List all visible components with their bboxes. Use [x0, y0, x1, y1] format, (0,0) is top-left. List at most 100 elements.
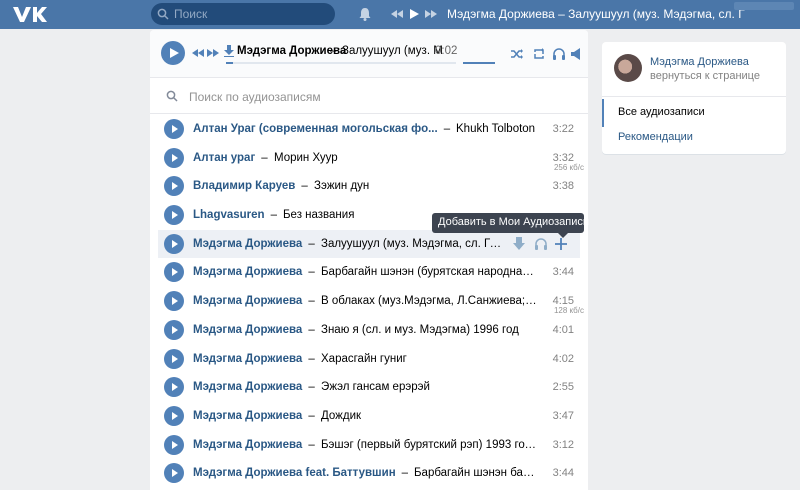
track-artist[interactable]: Мэдэгма Доржиева –: [193, 381, 315, 393]
track-artist[interactable]: Мэдэгма Доржиева –: [193, 353, 315, 365]
track-play-button[interactable]: [164, 176, 184, 197]
track-artist[interactable]: Мэдэгма Доржиева –: [193, 238, 315, 250]
top-previous-track-icon[interactable]: [391, 8, 403, 20]
track-separator: –: [308, 438, 315, 451]
track-artist[interactable]: Мэдэгма Доржиева feat. Баттувшин –: [193, 467, 408, 479]
track-row[interactable]: Мэдэгма Доржиева – Барбагайн шэнэн (бурятс…: [150, 258, 588, 287]
track-play-button[interactable]: [164, 233, 184, 254]
track-artist-name[interactable]: Алтан Ураг (современная могольская фо...: [193, 123, 438, 135]
track-duration: 3:12: [552, 438, 574, 451]
track-play-button[interactable]: [164, 291, 184, 312]
track-artist-name[interactable]: Мэдэгма Доржиева: [193, 410, 302, 422]
track-play-button[interactable]: [164, 205, 184, 226]
audio-panel: Мэдэгма Доржиева – Залуушуул (муз. М 0:0…: [150, 30, 588, 490]
player-time: 0:02: [435, 45, 458, 57]
track-artist-name[interactable]: Мэдэгма Доржиева: [193, 381, 302, 393]
audio-search-input[interactable]: Поиск по аудиозаписям: [150, 78, 588, 114]
nav-all-audio-label: Все аудиозаписи: [618, 106, 705, 118]
track-artist[interactable]: Владимир Каруев –: [193, 180, 308, 192]
track-title: Khukh Tolboton: [456, 123, 536, 135]
top-user-menu[interactable]: [734, 2, 794, 10]
top-pause-icon[interactable]: [408, 8, 420, 20]
search-icon: [166, 90, 178, 102]
headphones-icon[interactable]: [552, 47, 566, 61]
broadcast-icon[interactable]: [570, 47, 584, 61]
player-play-button[interactable]: [161, 41, 185, 65]
track-duration: 2:55: [552, 381, 574, 394]
track-artist-name[interactable]: Владимир Каруев: [193, 180, 295, 192]
track-artist[interactable]: Алтан ураг –: [193, 152, 268, 164]
track-artist-name[interactable]: Мэдэгма Доржиева feat. Баттувшин: [193, 467, 396, 479]
back-to-page-link[interactable]: вернуться к странице: [650, 70, 760, 82]
player-download-icon[interactable]: [224, 45, 234, 57]
track-row[interactable]: Алтан ураг – Морин Хуур 3:32 256 кб/с: [150, 144, 588, 173]
track-title: Барбагайн шэнэн (бурятская народная песн…: [321, 266, 538, 279]
track-separator: –: [308, 352, 315, 365]
divider: [602, 96, 786, 97]
player-volume-bar[interactable]: [463, 62, 495, 64]
track-row[interactable]: Мэдэгма Доржиева – Знаю я (сл. и муз. Мэдэ…: [150, 316, 588, 345]
track-play-button[interactable]: [164, 147, 184, 168]
track-row[interactable]: Владимир Каруев – Зэжин дун 3:38: [150, 172, 588, 201]
top-now-playing-text[interactable]: Мэдэгма Доржиева – Залуушуул (муз. Мэдэг…: [447, 7, 745, 21]
track-play-button[interactable]: [164, 377, 184, 398]
track-list: Алтан Ураг (современная могольская фо...…: [150, 115, 588, 488]
track-artist[interactable]: Мэдэгма Доржиева –: [193, 266, 315, 278]
shuffle-icon[interactable]: [510, 47, 524, 61]
add-icon[interactable]: [554, 237, 568, 251]
track-duration: 3:44: [552, 266, 574, 279]
nav-recommendations[interactable]: Рекомендации: [602, 127, 786, 153]
top-next-track-icon[interactable]: [425, 8, 437, 20]
profile-name[interactable]: Мэдэгма Доржиева: [650, 56, 749, 68]
track-row[interactable]: Мэдэгма Доржиева – Харасгайн гуниг 4:02: [150, 345, 588, 374]
track-artist-name[interactable]: Мэдэгма Доржиева: [193, 238, 302, 250]
track-row[interactable]: Мэдэгма Доржиева – В облаках (муз.Мэдэгма,…: [150, 287, 588, 316]
track-artist-name[interactable]: Мэдэгма Доржиева: [193, 353, 302, 365]
track-row[interactable]: Мэдэгма Доржиева feat. Баттувшин – Барбага…: [150, 459, 588, 488]
track-play-button[interactable]: [164, 119, 184, 139]
track-duration: 3:47: [552, 409, 574, 422]
track-artist-name[interactable]: Мэдэгма Доржиева: [193, 266, 302, 278]
track-artist[interactable]: Мэдэгма Доржиева –: [193, 295, 315, 307]
track-row[interactable]: Мэдэгма Доржиева – Эжэл гансам ерэрэй 2:55: [150, 373, 588, 402]
track-play-button[interactable]: [164, 463, 184, 484]
audio-search-placeholder: Поиск по аудиозаписям: [189, 90, 321, 104]
track-artist-name[interactable]: Алтан ураг: [193, 152, 255, 164]
track-play-button[interactable]: [164, 405, 184, 426]
track-row[interactable]: Мэдэгма Доржиева – Залуушуул (муз. Мэдэгма…: [158, 229, 580, 259]
track-artist[interactable]: Мэдэгма Доржиева –: [193, 410, 315, 422]
track-artist[interactable]: Lhagvasuren –: [193, 209, 277, 221]
player-previous-icon[interactable]: [192, 48, 204, 58]
track-row[interactable]: Мэдэгма Доржиева – Дождик 3:47: [150, 402, 588, 431]
track-artist-name[interactable]: Мэдэгма Доржиева: [193, 324, 302, 336]
track-separator: –: [308, 381, 315, 394]
notifications-bell-icon[interactable]: [357, 6, 373, 22]
player-next-icon[interactable]: [207, 48, 219, 58]
download-icon[interactable]: [512, 236, 526, 251]
track-artist[interactable]: Мэдэгма Доржиева –: [193, 324, 315, 336]
audio-player: Мэдэгма Доржиева – Залуушуул (муз. М 0:0…: [150, 30, 588, 78]
headphones-icon[interactable]: [534, 237, 548, 251]
track-artist-name[interactable]: Lhagvasuren: [193, 209, 265, 221]
track-title: Барбагайн шэнэн байхадам (со...: [414, 467, 538, 480]
avatar[interactable]: [614, 54, 642, 82]
track-artist-name[interactable]: Мэдэгма Доржиева: [193, 295, 302, 307]
track-title: Харасгайн гуниг: [321, 352, 407, 365]
track-row[interactable]: Мэдэгма Доржиева – Бэшэг (первый бурятский…: [150, 431, 588, 460]
track-play-button[interactable]: [164, 348, 184, 369]
track-artist[interactable]: Алтан Ураг (современная могольская фо...…: [193, 123, 450, 135]
track-separator: –: [261, 151, 268, 164]
nav-all-audio[interactable]: Все аудиозаписи: [602, 99, 786, 127]
track-separator: –: [301, 180, 308, 193]
track-play-button[interactable]: [164, 434, 184, 455]
player-progress-bar[interactable]: [226, 62, 456, 64]
repeat-icon[interactable]: [532, 47, 546, 61]
track-play-button[interactable]: [164, 262, 184, 283]
track-title: Знаю я (сл. и муз. Мэдэгма) 1996 год: [321, 323, 519, 336]
vk-logo-icon[interactable]: [11, 4, 47, 24]
track-play-button[interactable]: [164, 319, 184, 340]
track-row[interactable]: Алтан Ураг (современная могольская фо...…: [150, 115, 588, 144]
track-artist[interactable]: Мэдэгма Доржиева –: [193, 439, 315, 451]
track-artist-name[interactable]: Мэдэгма Доржиева: [193, 439, 302, 451]
global-search-input[interactable]: Поиск: [151, 3, 335, 25]
